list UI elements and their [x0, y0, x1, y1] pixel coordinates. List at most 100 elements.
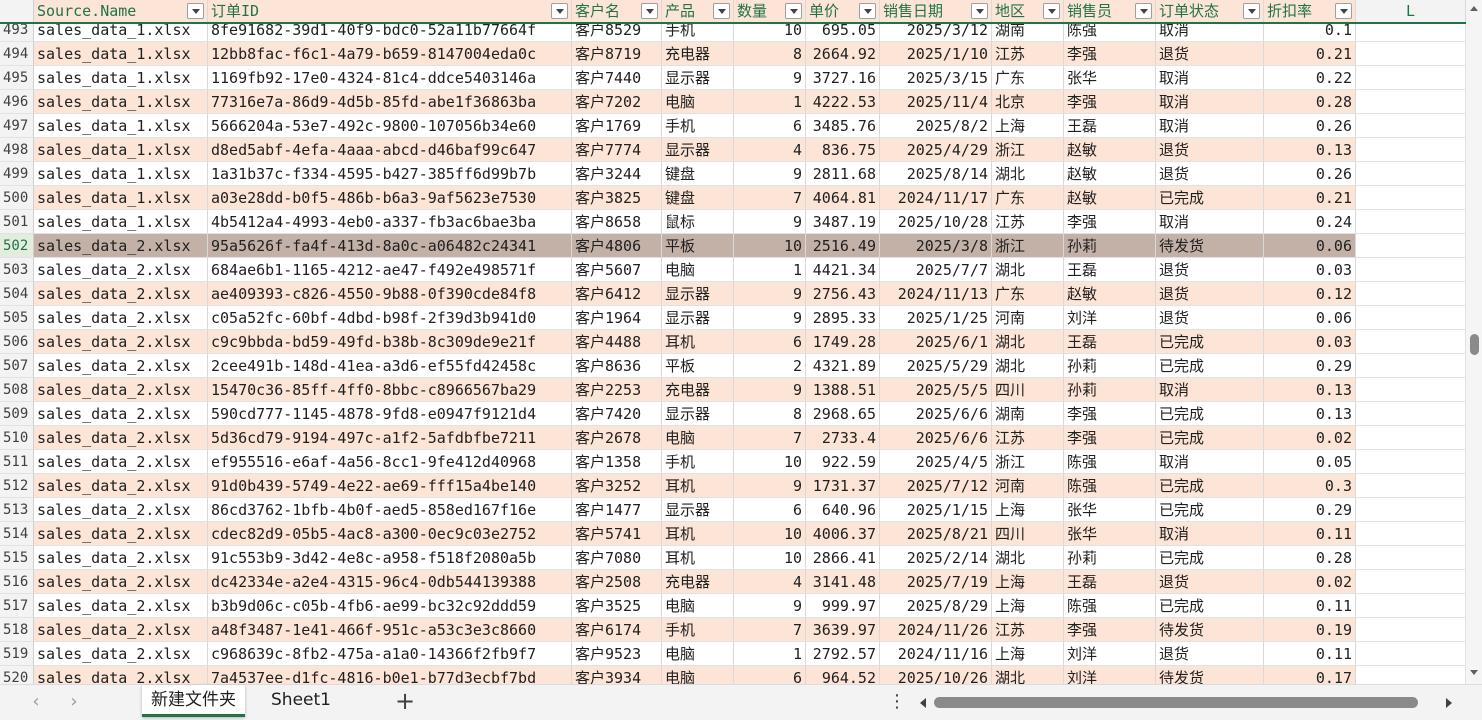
column-header[interactable]: Source.Name	[34, 0, 208, 22]
filter-dropdown-icon[interactable]	[641, 3, 658, 19]
empty-cell[interactable]	[1356, 258, 1466, 282]
table-cell[interactable]: 客户5741	[572, 522, 662, 546]
table-cell[interactable]: ae409393-c826-4550-9b88-0f390cde84f8	[208, 282, 572, 306]
table-cell[interactable]: c9c9bbda-bd59-49fd-b38b-8c309de9e21f	[208, 330, 572, 354]
table-cell[interactable]: 客户5607	[572, 258, 662, 282]
table-cell[interactable]: 6	[734, 498, 806, 522]
table-cell[interactable]: 显示器	[662, 306, 734, 330]
table-cell[interactable]: 李强	[1064, 210, 1156, 234]
table-cell[interactable]: 客户7440	[572, 66, 662, 90]
empty-cell[interactable]	[1356, 450, 1466, 474]
column-header[interactable]: 单价	[806, 0, 880, 22]
table-cell[interactable]: 浙江	[992, 450, 1064, 474]
table-cell[interactable]: 0.21	[1264, 42, 1356, 66]
empty-cell[interactable]	[1356, 570, 1466, 594]
table-cell[interactable]: 刘洋	[1064, 666, 1156, 684]
table-cell[interactable]: 客户2678	[572, 426, 662, 450]
table-cell[interactable]: 显示器	[662, 66, 734, 90]
table-cell[interactable]: 2025/8/2	[880, 114, 992, 138]
table-cell[interactable]: 刘洋	[1064, 306, 1156, 330]
table-cell[interactable]: 2025/4/29	[880, 138, 992, 162]
table-cell[interactable]: 待发货	[1156, 234, 1264, 258]
table-row[interactable]: 511 sales_data_2.xlsx ef955516-e6af-4a56-8…	[0, 450, 1466, 474]
empty-cell[interactable]	[1356, 162, 1466, 186]
table-cell[interactable]: 退货	[1156, 162, 1264, 186]
table-cell[interactable]: sales_data_2.xlsx	[34, 498, 208, 522]
table-cell[interactable]: sales_data_2.xlsx	[34, 306, 208, 330]
table-cell[interactable]: 孙莉	[1064, 354, 1156, 378]
table-cell[interactable]: sales_data_2.xlsx	[34, 522, 208, 546]
table-row[interactable]: 515 sales_data_2.xlsx 91c553b9-3d42-4e8c-a…	[0, 546, 1466, 570]
table-cell[interactable]: sales_data_2.xlsx	[34, 474, 208, 498]
empty-cell[interactable]	[1356, 354, 1466, 378]
table-cell[interactable]: sales_data_2.xlsx	[34, 618, 208, 642]
table-cell[interactable]: 陈强	[1064, 594, 1156, 618]
table-cell[interactable]: 2733.4	[806, 426, 880, 450]
table-cell[interactable]: sales_data_1.xlsx	[34, 114, 208, 138]
table-cell[interactable]: 4	[734, 138, 806, 162]
row-number[interactable]: 520	[0, 666, 34, 684]
column-header[interactable]: 订单状态	[1156, 0, 1264, 22]
table-cell[interactable]: 已完成	[1156, 354, 1264, 378]
table-cell[interactable]: 0.11	[1264, 522, 1356, 546]
table-cell[interactable]: sales_data_2.xlsx	[34, 258, 208, 282]
table-cell[interactable]: 2024/11/17	[880, 186, 992, 210]
table-cell[interactable]: sales_data_2.xlsx	[34, 402, 208, 426]
empty-cell[interactable]	[1356, 282, 1466, 306]
scroll-down-icon[interactable]	[1470, 670, 1478, 675]
empty-cell[interactable]	[1356, 138, 1466, 162]
table-cell[interactable]: 2025/8/21	[880, 522, 992, 546]
table-cell[interactable]: 赵敏	[1064, 162, 1156, 186]
row-number[interactable]: 519	[0, 642, 34, 666]
table-cell[interactable]: 客户3244	[572, 162, 662, 186]
row-number[interactable]: 513	[0, 498, 34, 522]
table-cell[interactable]: 退货	[1156, 570, 1264, 594]
row-number[interactable]: 499	[0, 162, 34, 186]
table-cell[interactable]: 客户7202	[572, 90, 662, 114]
table-row[interactable]: 499 sales_data_1.xlsx 1a31b37c-f334-4595-b…	[0, 162, 1466, 186]
filter-dropdown-icon[interactable]	[1335, 3, 1352, 19]
table-cell[interactable]: sales_data_1.xlsx	[34, 138, 208, 162]
table-row[interactable]: 508 sales_data_2.xlsx 15470c36-85ff-4ff0-8…	[0, 378, 1466, 402]
filter-dropdown-icon[interactable]	[785, 3, 802, 19]
table-cell[interactable]: 王磊	[1064, 570, 1156, 594]
table-row[interactable]: 518 sales_data_2.xlsx a48f3487-1e41-466f-9…	[0, 618, 1466, 642]
table-cell[interactable]: 0.11	[1264, 594, 1356, 618]
table-cell[interactable]: 1	[734, 642, 806, 666]
table-cell[interactable]: 客户1964	[572, 306, 662, 330]
chevron-right-icon[interactable]: ›	[64, 691, 84, 713]
table-cell[interactable]: 湖南	[992, 402, 1064, 426]
table-cell[interactable]: sales_data_2.xlsx	[34, 546, 208, 570]
column-header[interactable]: 订单ID	[208, 0, 572, 22]
table-cell[interactable]: 电脑	[662, 642, 734, 666]
table-cell[interactable]: ef955516-e6af-4a56-8cc1-9fe412d40968	[208, 450, 572, 474]
table-cell[interactable]: 1	[734, 258, 806, 282]
table-cell[interactable]: 客户4488	[572, 330, 662, 354]
table-cell[interactable]: 2025/4/5	[880, 450, 992, 474]
empty-cell[interactable]	[1356, 546, 1466, 570]
table-cell[interactable]: 0.11	[1264, 642, 1356, 666]
table-cell[interactable]: sales_data_1.xlsx	[34, 90, 208, 114]
table-cell[interactable]: 孙莉	[1064, 546, 1156, 570]
table-cell[interactable]: 7	[734, 426, 806, 450]
table-cell[interactable]: 赵敏	[1064, 282, 1156, 306]
table-cell[interactable]: 0.06	[1264, 234, 1356, 258]
filter-dropdown-icon[interactable]	[859, 3, 876, 19]
table-cell[interactable]: sales_data_1.xlsx	[34, 210, 208, 234]
filter-dropdown-icon[interactable]	[971, 3, 988, 19]
table-cell[interactable]: 陈强	[1064, 450, 1156, 474]
table-cell[interactable]: 取消	[1156, 522, 1264, 546]
table-cell[interactable]: 1a31b37c-f334-4595-b427-385ff6d99b7b	[208, 162, 572, 186]
table-cell[interactable]: sales_data_2.xlsx	[34, 282, 208, 306]
table-cell[interactable]: 2025/10/26	[880, 666, 992, 684]
empty-cell[interactable]	[1356, 498, 1466, 522]
tab-sheet1[interactable]: Sheet1	[262, 685, 340, 717]
table-cell[interactable]: 8	[734, 42, 806, 66]
table-cell[interactable]: 2025/7/12	[880, 474, 992, 498]
table-cell[interactable]: 2025/5/29	[880, 354, 992, 378]
empty-cell[interactable]	[1356, 378, 1466, 402]
row-number[interactable]: 494	[0, 42, 34, 66]
table-cell[interactable]: 0.13	[1264, 138, 1356, 162]
table-cell[interactable]: 95a5626f-fa4f-413d-8a0c-a06482c24341	[208, 234, 572, 258]
table-cell[interactable]: 3141.48	[806, 570, 880, 594]
